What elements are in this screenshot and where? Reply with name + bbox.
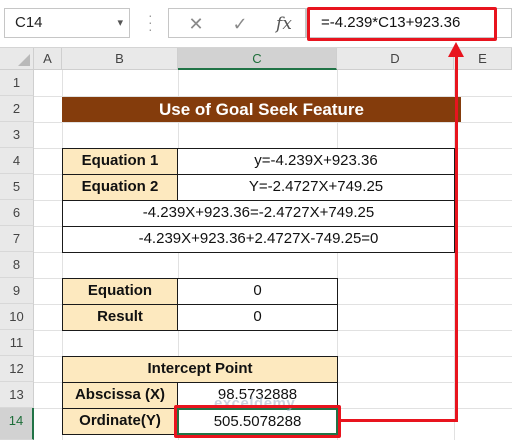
intercept-header[interactable]: Intercept Point — [62, 356, 338, 383]
equality-row[interactable]: -4.239X+923.36=-2.4727X+749.25 — [62, 200, 455, 227]
enter-icon[interactable]: ✓ — [225, 9, 255, 39]
select-all-corner[interactable] — [0, 48, 34, 70]
column-header-a[interactable]: A — [34, 48, 62, 70]
row-header-4[interactable]: 4 — [0, 148, 34, 174]
connector-line — [455, 56, 458, 422]
row-header-14[interactable]: 14 — [0, 408, 34, 440]
row-header-13[interactable]: 13 — [0, 382, 34, 408]
row-header-2[interactable]: 2 — [0, 96, 34, 122]
row-header-1[interactable]: 1 — [0, 70, 34, 96]
equation1-value[interactable]: y=-4.239X+923.36 — [177, 148, 455, 175]
ordinate-label[interactable]: Ordinate(Y) — [62, 408, 178, 435]
equation1-label[interactable]: Equation 1 — [62, 148, 178, 175]
equation2-label[interactable]: Equation 2 — [62, 174, 178, 201]
equation-label[interactable]: Equation — [62, 278, 178, 305]
equation-value[interactable]: 0 — [177, 278, 338, 305]
name-box[interactable]: C14 ▾ — [4, 8, 130, 38]
cancel-icon[interactable]: ✕ — [181, 9, 211, 39]
formula-highlight-box — [307, 7, 497, 41]
formula-bar-grip-icon: · · · — [148, 7, 153, 37]
row-header-9[interactable]: 9 — [0, 278, 34, 304]
row-header-11[interactable]: 11 — [0, 330, 34, 356]
active-cell-highlight-box — [174, 405, 341, 438]
sheet-title[interactable]: Use of Goal Seek Feature — [62, 97, 461, 122]
arrow-up-icon — [448, 42, 464, 57]
name-box-value: C14 — [15, 14, 43, 31]
chevron-down-icon[interactable]: ▾ — [117, 9, 123, 37]
rearranged-row[interactable]: -4.239X+923.36+2.4727X-749.25=0 — [62, 226, 455, 253]
row-header-6[interactable]: 6 — [0, 200, 34, 226]
formula-buttons: ✕ ✓ fx — [168, 8, 306, 38]
row-header-7[interactable]: 7 — [0, 226, 34, 252]
insert-function-icon[interactable]: fx — [269, 9, 299, 39]
row-header-8[interactable]: 8 — [0, 252, 34, 278]
gridline — [34, 122, 512, 123]
result-label[interactable]: Result — [62, 304, 178, 331]
column-header-d[interactable]: D — [337, 48, 454, 70]
abscissa-label[interactable]: Abscissa (X) — [62, 382, 178, 409]
row-header-3[interactable]: 3 — [0, 122, 34, 148]
equation2-value[interactable]: Y=-2.4727X+749.25 — [177, 174, 455, 201]
row-header-5[interactable]: 5 — [0, 174, 34, 200]
connector-line — [341, 419, 457, 422]
column-header-c[interactable]: C — [178, 48, 337, 70]
row-header-10[interactable]: 10 — [0, 304, 34, 330]
row-header-12[interactable]: 12 — [0, 356, 34, 382]
select-all-icon — [18, 54, 30, 66]
result-value[interactable]: 0 — [177, 304, 338, 331]
column-header-b[interactable]: B — [62, 48, 178, 70]
